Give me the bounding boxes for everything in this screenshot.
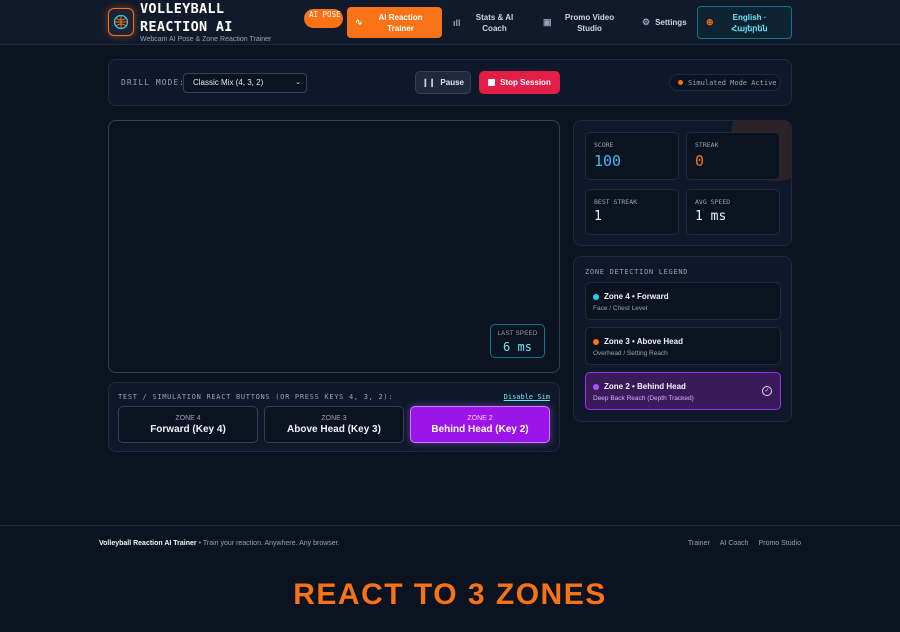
footer-tagline: • Train your reaction. Anywhere. Any bro… bbox=[196, 540, 340, 547]
legend-item-zone-4: Zone 4 • Forward Face / Chest Level bbox=[585, 282, 781, 320]
simulation-panel: TEST / SIMULATION REACT BUTTONS (OR PRES… bbox=[108, 382, 560, 452]
gear-icon: ⚙ bbox=[642, 17, 651, 27]
ai-pose-badge: AI POSE bbox=[304, 9, 343, 28]
zone-name: Forward (Key 4) bbox=[150, 424, 226, 435]
score-label: SCORE bbox=[594, 141, 614, 149]
drill-mode-label: DRILL MODE: bbox=[121, 78, 185, 87]
stats-panel: SCORE 100 STREAK 0 BEST STREAK 1 AVG SPE… bbox=[573, 120, 792, 246]
zone-color-dot-icon bbox=[593, 294, 599, 300]
zone-4-button[interactable]: ZONE 4 Forward (Key 4) bbox=[118, 406, 258, 443]
avg-speed-value: 1 ms bbox=[695, 209, 727, 224]
simulated-mode-badge: Simulated Mode Active bbox=[669, 74, 781, 91]
legend-item-title: Zone 4 • Forward bbox=[604, 292, 669, 301]
nav-label: AI Reaction Trainer bbox=[378, 12, 423, 33]
session-controls: DRILL MODE: Classic Mix (4, 3, 2) ⌄ ❙❙ P… bbox=[108, 59, 792, 106]
nav-label: Settings bbox=[655, 18, 687, 27]
check-circle-icon: ✓ bbox=[762, 386, 772, 396]
bar-chart-icon: ıll bbox=[453, 17, 461, 28]
best-streak-label: BEST STREAK bbox=[594, 198, 638, 206]
disable-sim-link[interactable]: Disable Sim bbox=[504, 393, 550, 401]
footer-link-ai-coach[interactable]: AI Coach bbox=[720, 540, 749, 547]
score-card: SCORE 100 bbox=[585, 132, 679, 180]
zone-number: ZONE 3 bbox=[321, 415, 347, 422]
footer-link-trainer[interactable]: Trainer bbox=[688, 540, 710, 547]
streak-label: STREAK bbox=[695, 141, 719, 149]
nav-promo-video-studio[interactable]: ▣ Promo Video Studio bbox=[537, 7, 631, 38]
legend-item-zone-3: Zone 3 • Above Head Overhead / Setting R… bbox=[585, 327, 781, 365]
drill-mode-select[interactable]: Classic Mix (4, 3, 2) ⌄ bbox=[183, 73, 307, 93]
globe-icon: ⊕ bbox=[706, 17, 714, 27]
best-streak-value: 1 bbox=[594, 209, 602, 224]
zone-number: ZONE 4 bbox=[175, 415, 201, 422]
nav-label: Promo Video Studio bbox=[564, 12, 615, 33]
simulation-label: TEST / SIMULATION REACT BUTTONS (OR PRES… bbox=[118, 393, 394, 401]
promo-caption: REACT TO 3 ZONES bbox=[293, 578, 607, 611]
zone-2-button[interactable]: ZONE 2 Behind Head (Key 2) bbox=[410, 406, 550, 443]
avg-speed-label: AVG SPEED bbox=[695, 198, 731, 206]
drill-mode-value: Classic Mix (4, 3, 2) bbox=[193, 78, 264, 87]
zone-color-dot-icon bbox=[593, 384, 599, 390]
footer-brand: Volleyball Reaction AI Trainer bbox=[99, 540, 197, 547]
stop-session-button[interactable]: Stop Session bbox=[479, 71, 560, 94]
zone-3-button[interactable]: ZONE 3 Above Head (Key 3) bbox=[264, 406, 404, 443]
legend-item-title: Zone 2 • Behind Head bbox=[604, 382, 686, 391]
app-header: VOLLEYBALL REACTION AI Webcam AI Pose & … bbox=[0, 0, 900, 45]
legend-item-desc: Deep Back Reach (Depth Tracked) bbox=[593, 395, 694, 402]
zone-color-dot-icon bbox=[593, 339, 599, 345]
app-title: VOLLEYBALL REACTION AI bbox=[140, 1, 233, 35]
chevron-down-icon: ⌄ bbox=[295, 79, 301, 86]
nav-settings[interactable]: ⚙ Settings bbox=[636, 7, 692, 38]
app-subtitle: Webcam AI Pose & Zone Reaction Trainer bbox=[140, 36, 272, 43]
streak-value: 0 bbox=[695, 152, 705, 170]
language-switch-button[interactable]: ⊕ English · Հայերեն bbox=[697, 6, 792, 39]
pause-icon: ❙❙ bbox=[422, 78, 436, 87]
footer-brand-line: Volleyball Reaction AI Trainer • Train y… bbox=[99, 540, 340, 547]
language-label: English · Հայերեն bbox=[731, 12, 768, 33]
pause-button[interactable]: ❙❙ Pause bbox=[415, 71, 471, 94]
footer-link-promo-studio[interactable]: Promo Studio bbox=[759, 540, 801, 547]
stop-icon bbox=[488, 79, 496, 86]
legend-title: ZONE DETECTION LEGEND bbox=[585, 268, 689, 276]
stop-label: Stop Session bbox=[500, 78, 551, 87]
pause-label: Pause bbox=[440, 78, 464, 87]
webcam-video-area: LAST SPEED 6 ms bbox=[108, 120, 560, 373]
nav-stats-ai-coach[interactable]: ıll Stats & AI Coach bbox=[447, 7, 533, 38]
best-streak-card: BEST STREAK 1 bbox=[585, 189, 679, 235]
volleyball-logo-icon bbox=[108, 8, 134, 36]
legend-item-desc: Overhead / Setting Reach bbox=[593, 350, 668, 357]
footer: Volleyball Reaction AI Trainer • Train y… bbox=[0, 525, 900, 632]
legend-item-title: Zone 3 • Above Head bbox=[604, 337, 683, 346]
zone-name: Behind Head (Key 2) bbox=[431, 424, 529, 435]
legend-item-desc: Face / Chest Level bbox=[593, 305, 648, 312]
avg-speed-card: AVG SPEED 1 ms bbox=[686, 189, 780, 235]
score-value: 100 bbox=[594, 152, 622, 170]
film-icon: ▣ bbox=[543, 17, 552, 27]
zone-number: ZONE 2 bbox=[467, 415, 493, 422]
last-speed-value: 6 ms bbox=[503, 340, 532, 354]
nav-label: Stats & AI Coach bbox=[475, 12, 514, 33]
simulated-mode-text: Simulated Mode Active bbox=[688, 78, 777, 87]
activity-icon: ∿ bbox=[355, 17, 363, 27]
last-speed-card: LAST SPEED 6 ms bbox=[490, 324, 545, 358]
zone-legend-panel: ZONE DETECTION LEGEND Zone 4 • Forward F… bbox=[573, 256, 792, 422]
streak-card: STREAK 0 bbox=[686, 132, 780, 180]
legend-item-zone-2: Zone 2 • Behind Head Deep Back Reach (De… bbox=[585, 372, 781, 410]
zone-name: Above Head (Key 3) bbox=[287, 424, 381, 435]
last-speed-label: LAST SPEED bbox=[497, 331, 538, 337]
footer-links: Trainer AI Coach Promo Studio bbox=[688, 540, 801, 547]
nav-ai-reaction-trainer[interactable]: ∿ AI Reaction Trainer bbox=[347, 7, 442, 38]
status-dot-icon bbox=[678, 80, 683, 85]
